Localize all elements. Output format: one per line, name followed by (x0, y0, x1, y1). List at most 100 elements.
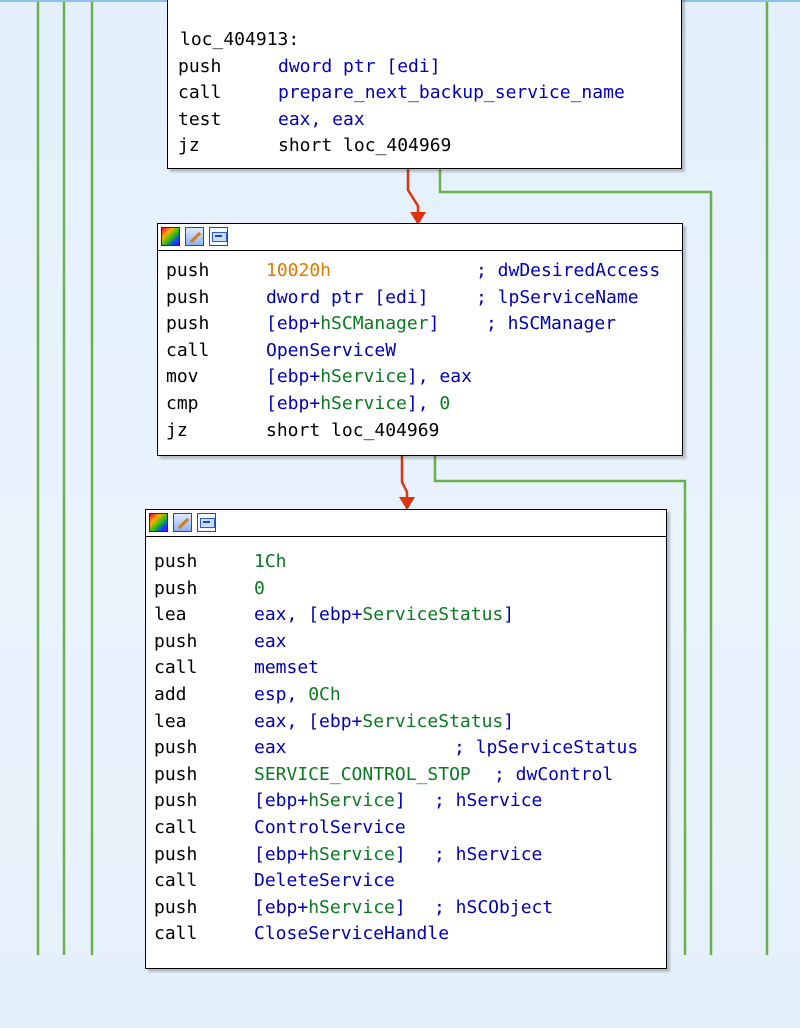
asm-line[interactable]: call DeleteService (150, 868, 666, 895)
immediate: 10020h (266, 260, 332, 281)
operand: eax, eax (278, 108, 365, 130)
palette-icon[interactable] (149, 513, 168, 532)
operand-symbol[interactable]: hService (308, 844, 395, 865)
immediate: 1Ch (254, 551, 287, 572)
operand-suffix: ] (503, 710, 515, 732)
asm-line[interactable]: push [ebp+hService] ; hService (150, 842, 666, 869)
operand-suffix: ] (394, 790, 406, 812)
mnemonic: push (154, 551, 198, 572)
mnemonic: lea (154, 710, 187, 732)
operand: eax (254, 737, 287, 759)
asm-line[interactable]: push eax ; lpServiceStatus (150, 735, 666, 762)
immediate: 0 (254, 577, 265, 599)
block-label: loc_404913: (180, 29, 300, 50)
operand-immediate: 0Ch (308, 683, 341, 705)
operand[interactable]: ControlService (254, 815, 406, 842)
asm-line[interactable]: push 10020h ; dwDesiredAccess (162, 258, 682, 285)
asm-line[interactable]: mov [ebp+hService], eax (162, 364, 682, 391)
mnemonic: push (166, 286, 210, 308)
mnemonic: call (154, 816, 198, 838)
graph-icon[interactable] (209, 227, 228, 246)
operand[interactable]: OpenServiceW (266, 338, 396, 365)
operand-suffix: ], (406, 392, 440, 414)
asm-line[interactable]: push SERVICE_CONTROL_STOP ; dwControl (150, 762, 666, 789)
asm-line[interactable]: cmp [ebp+hService], 0 (162, 391, 682, 418)
mnemonic: push (154, 763, 198, 785)
operand-suffix: ] (394, 896, 406, 918)
asm-line[interactable]: push eax (150, 629, 666, 656)
operand-symbol[interactable]: hService (308, 790, 395, 811)
code-block-control-service[interactable]: push 1Ch push 0 lea eax, [ebp+ServiceSta… (145, 509, 667, 969)
asm-line[interactable]: push dword ptr [edi] ; lpServiceName (162, 285, 682, 312)
operand[interactable]: memset (254, 655, 319, 682)
mnemonic: push (154, 630, 198, 652)
mnemonic: call (166, 339, 210, 361)
asm-line[interactable]: push [ebp+hService] ; hService (150, 788, 666, 815)
palette-icon[interactable] (161, 227, 180, 246)
operand-symbol[interactable]: hService (308, 897, 395, 918)
asm-line[interactable]: lea eax, [ebp+ServiceStatus] (150, 709, 666, 736)
operand: dword ptr [edi] (278, 55, 441, 77)
edit-icon[interactable] (173, 513, 192, 532)
operand-symbol[interactable]: SERVICE_CONTROL_STOP (254, 762, 471, 789)
operand-symbol[interactable]: ServiceStatus (362, 711, 503, 732)
code-block-loc-404913[interactable]: loc_404913: push dword ptr [edi] call pr… (167, 0, 682, 169)
operand[interactable]: short loc_404969 (266, 418, 439, 445)
operand[interactable]: DeleteService (254, 868, 395, 895)
operand-symbol[interactable]: hService (320, 366, 407, 387)
comment: ; hSCManager (486, 313, 617, 335)
mnemonic: push (154, 790, 198, 812)
comment: ; lpServiceName (476, 286, 639, 308)
asm-line[interactable]: call prepare_next_backup_service_name (172, 80, 681, 107)
mnemonic: test (178, 108, 222, 130)
mnemonic: mov (166, 366, 199, 388)
operand[interactable]: prepare_next_backup_service_name (278, 80, 625, 107)
mnemonic: call (154, 657, 198, 679)
operand-prefix: [ebp+ (254, 790, 309, 812)
operand-prefix: [ebp+ (254, 843, 309, 865)
operand-symbol[interactable]: hSCManager (320, 313, 428, 334)
asm-line[interactable]: test eax, eax (172, 107, 681, 134)
mnemonic: add (154, 683, 187, 705)
comment: ; hService (434, 790, 543, 812)
mnemonic: lea (154, 604, 187, 626)
asm-line[interactable]: push dword ptr [edi] (172, 54, 681, 81)
mnemonic: jz (166, 419, 188, 441)
comment: ; hService (434, 843, 543, 865)
asm-line[interactable]: add esp, 0Ch (150, 682, 666, 709)
mnemonic: push (178, 55, 222, 77)
operand: dword ptr [edi] (266, 286, 429, 308)
operand-symbol[interactable]: ServiceStatus (362, 604, 503, 625)
edit-icon[interactable] (185, 227, 204, 246)
edge-true-branch-2 (400, 455, 409, 500)
operand-prefix: esp, (254, 683, 309, 705)
asm-line[interactable]: call CloseServiceHandle (150, 921, 666, 948)
asm-line[interactable]: call ControlService (150, 815, 666, 842)
mnemonic: cmp (166, 392, 199, 414)
comment: ; hSCObject (434, 896, 554, 918)
operand-prefix: [ebp+ (266, 313, 321, 335)
mnemonic: push (166, 313, 210, 335)
graph-icon[interactable] (197, 513, 216, 532)
asm-line[interactable]: push 1Ch (150, 549, 666, 576)
mnemonic: push (166, 260, 210, 281)
asm-line[interactable]: push 0 (150, 576, 666, 603)
asm-line[interactable]: jz short loc_404969 (162, 418, 682, 445)
operand-suffix: ] (428, 313, 440, 335)
asm-line[interactable]: push [ebp+hSCManager] ; hSCManager (162, 311, 682, 338)
code-block-open-service[interactable]: push 10020h ; dwDesiredAccess push dword… (157, 223, 683, 456)
operand-prefix: eax, [ebp+ (254, 604, 363, 626)
asm-line[interactable]: lea eax, [ebp+ServiceStatus] (150, 602, 666, 629)
asm-line[interactable]: jz short loc_404969 (172, 133, 681, 160)
operand-symbol[interactable]: hService (320, 393, 407, 414)
operand[interactable]: short loc_404969 (278, 133, 451, 160)
asm-line[interactable]: call OpenServiceW (162, 338, 682, 365)
operand-suffix: ] (394, 843, 406, 865)
mnemonic: call (154, 870, 198, 892)
mnemonic: push (154, 737, 198, 759)
mnemonic: call (178, 82, 222, 104)
asm-line[interactable]: push [ebp+hService] ; hSCObject (150, 895, 666, 922)
operand[interactable]: CloseServiceHandle (254, 921, 449, 948)
asm-line[interactable]: call memset (150, 655, 666, 682)
mnemonic: push (154, 896, 198, 918)
